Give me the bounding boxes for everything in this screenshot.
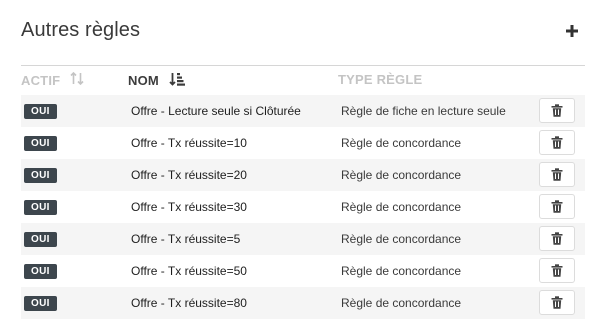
- table-row[interactable]: OUI Offre - Tx réussite=50 Règle de conc…: [21, 255, 585, 287]
- column-header-actif[interactable]: ACTIF: [21, 71, 84, 88]
- rule-type: Règle de concordance: [341, 200, 462, 214]
- trash-icon: [551, 136, 563, 149]
- trash-icon: [551, 104, 563, 117]
- plus-icon: [566, 25, 578, 37]
- sort-alpha-desc-icon[interactable]: [169, 72, 185, 89]
- rule-type: Règle de fiche en lecture seule: [341, 104, 506, 118]
- delete-rule-button[interactable]: [539, 130, 575, 155]
- active-badge[interactable]: OUI: [24, 200, 57, 215]
- table-row[interactable]: OUI Offre - Tx réussite=20 Règle de conc…: [21, 159, 585, 191]
- sort-arrows-icon[interactable]: [70, 71, 84, 88]
- rule-name: Offre - Tx réussite=80: [131, 296, 247, 310]
- delete-rule-button[interactable]: [539, 194, 575, 219]
- trash-icon: [551, 232, 563, 245]
- table-row[interactable]: OUI Offre - Lecture seule si Clôturée Rè…: [21, 95, 585, 127]
- rule-type: Règle de concordance: [341, 136, 462, 150]
- rule-name: Offre - Tx réussite=50: [131, 264, 247, 278]
- add-rule-button[interactable]: [563, 22, 581, 40]
- rule-name: Offre - Tx réussite=10: [131, 136, 247, 150]
- rule-type: Règle de concordance: [341, 264, 462, 278]
- column-label-nom: NOM: [128, 73, 159, 88]
- rules-table-body: OUI Offre - Lecture seule si Clôturée Rè…: [21, 95, 585, 319]
- trash-icon: [551, 200, 563, 213]
- trash-icon: [551, 168, 563, 181]
- column-label-actif: ACTIF: [21, 72, 61, 88]
- active-badge[interactable]: OUI: [24, 168, 57, 183]
- header-divider: [21, 65, 585, 66]
- active-badge[interactable]: OUI: [24, 296, 57, 311]
- table-row[interactable]: OUI Offre - Tx réussite=10 Règle de conc…: [21, 127, 585, 159]
- rule-type: Règle de concordance: [341, 232, 462, 246]
- panel-title: Autres règles: [21, 19, 141, 41]
- trash-icon: [551, 296, 563, 309]
- table-row[interactable]: OUI Offre - Tx réussite=5 Règle de conco…: [21, 223, 585, 255]
- rule-type: Règle de concordance: [341, 296, 462, 310]
- delete-rule-button[interactable]: [539, 258, 575, 283]
- delete-rule-button[interactable]: [539, 290, 575, 315]
- rules-panel: Autres règles ACTIF NOM TYPE RÈGLE OUI O…: [0, 0, 609, 319]
- active-badge[interactable]: OUI: [24, 232, 57, 247]
- column-header-type[interactable]: TYPE RÈGLE: [338, 72, 422, 87]
- active-badge[interactable]: OUI: [24, 136, 57, 151]
- rule-name: Offre - Lecture seule si Clôturée: [131, 104, 301, 118]
- rule-name: Offre - Tx réussite=30: [131, 200, 247, 214]
- rule-name: Offre - Tx réussite=20: [131, 168, 247, 182]
- delete-rule-button[interactable]: [539, 162, 575, 187]
- column-header-nom[interactable]: NOM: [128, 72, 185, 89]
- rule-name: Offre - Tx réussite=5: [131, 232, 241, 246]
- active-badge[interactable]: OUI: [24, 104, 57, 119]
- table-row[interactable]: OUI Offre - Tx réussite=30 Règle de conc…: [21, 191, 585, 223]
- delete-rule-button[interactable]: [539, 226, 575, 251]
- trash-icon: [551, 264, 563, 277]
- active-badge[interactable]: OUI: [24, 264, 57, 279]
- delete-rule-button[interactable]: [539, 98, 575, 123]
- table-row[interactable]: OUI Offre - Tx réussite=80 Règle de conc…: [21, 287, 585, 319]
- column-label-type: TYPE RÈGLE: [338, 72, 423, 87]
- rule-type: Règle de concordance: [341, 168, 462, 182]
